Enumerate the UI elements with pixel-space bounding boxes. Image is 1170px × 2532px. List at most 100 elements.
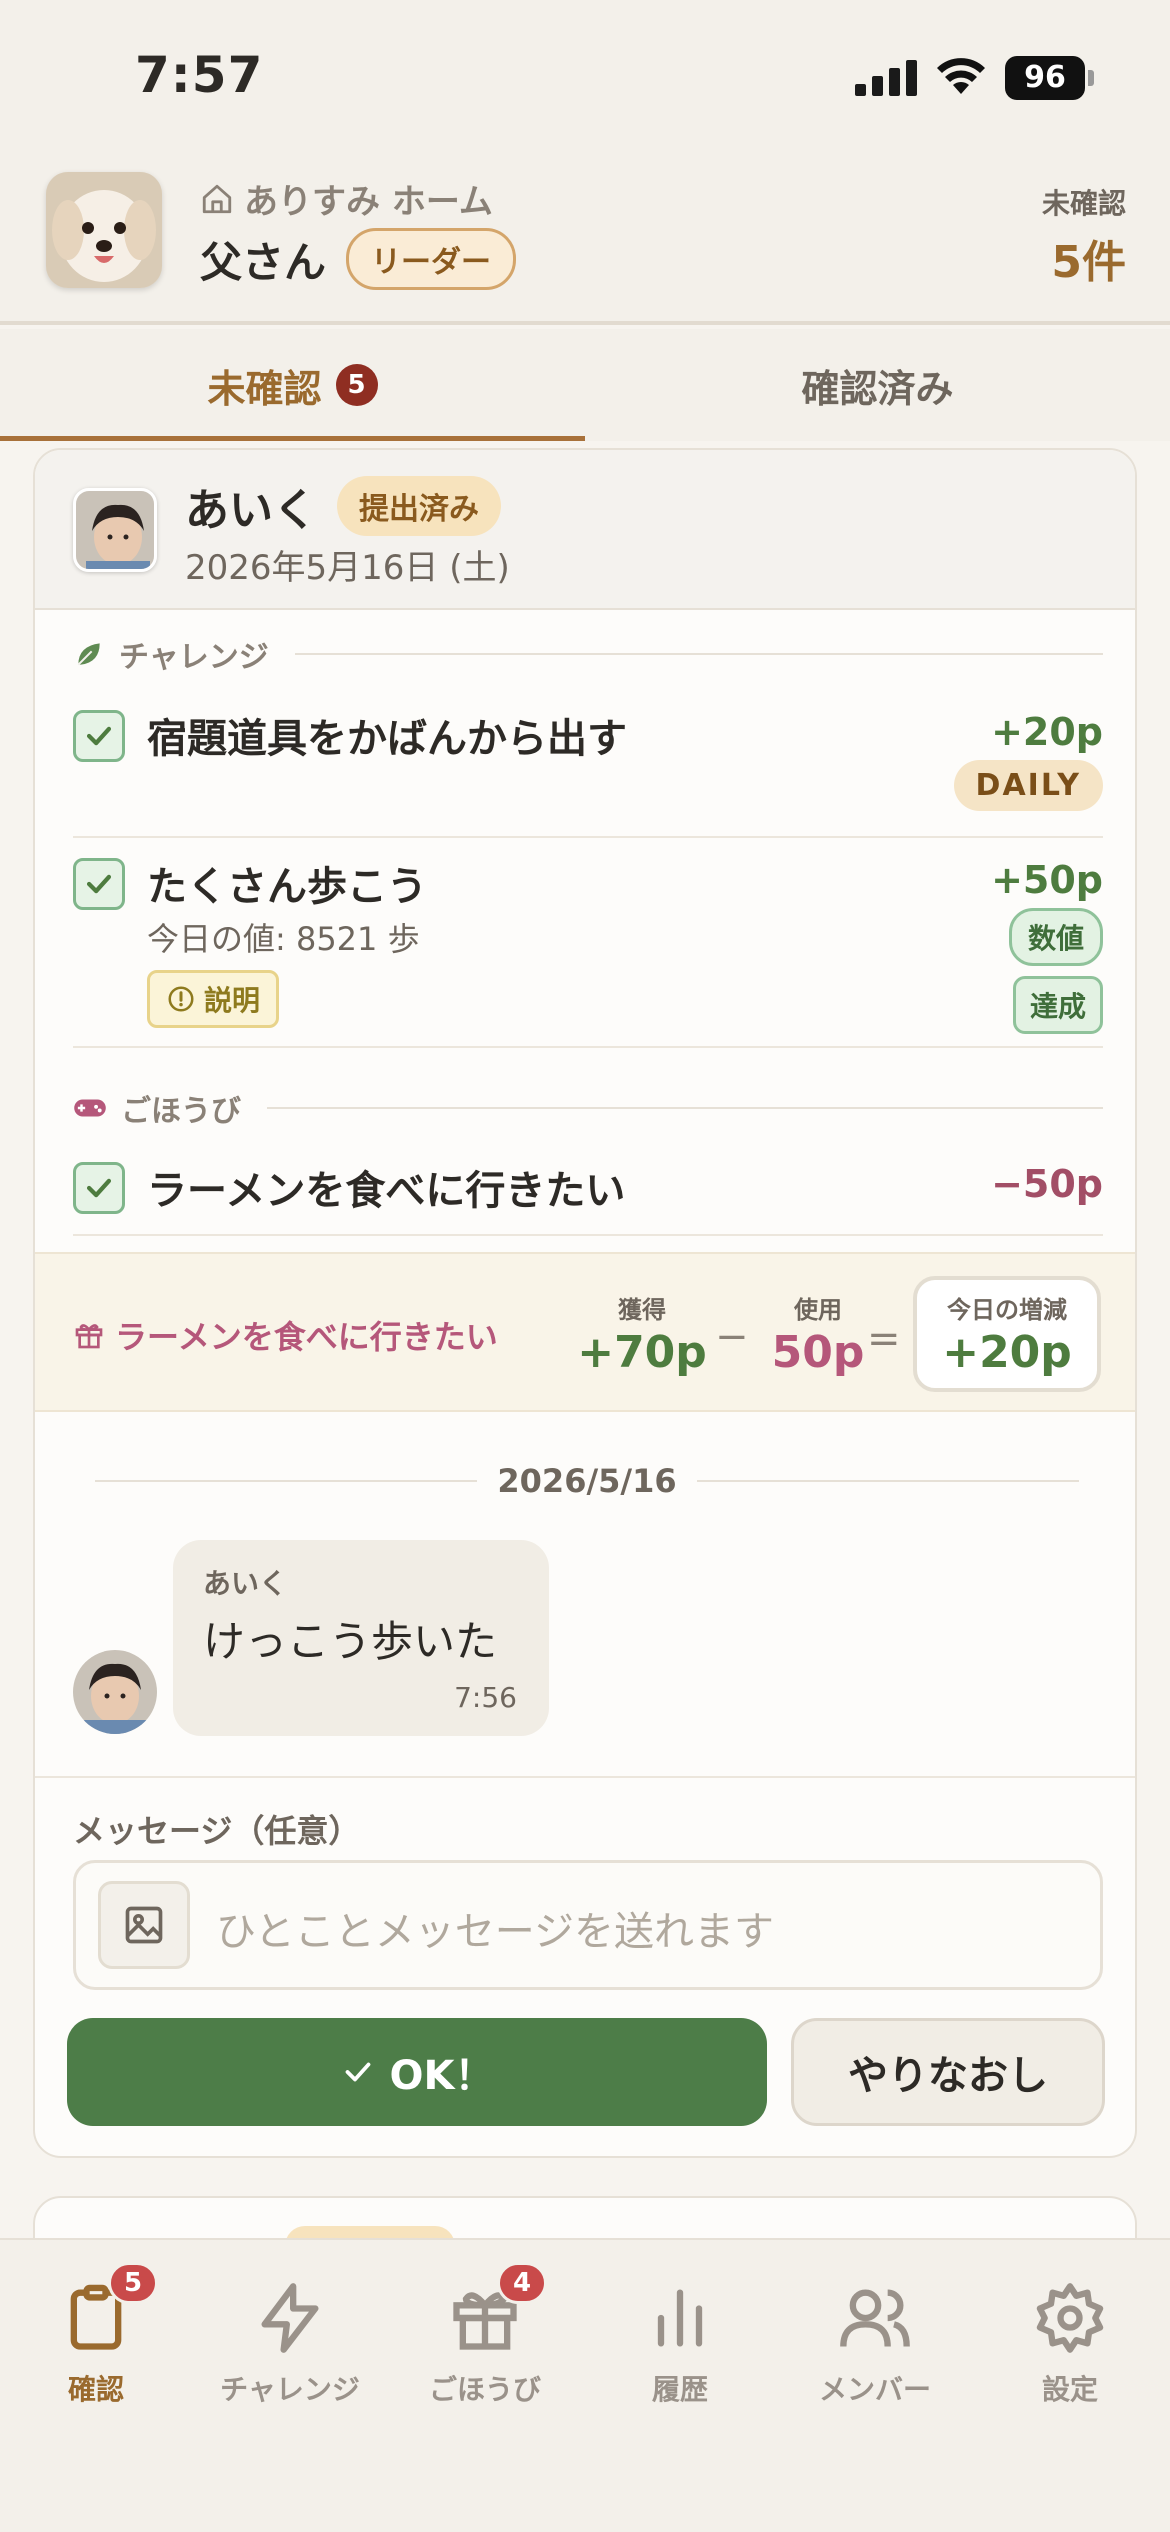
nav-settings[interactable]: 設定 [990, 2280, 1150, 2408]
earned-label: 獲得 [618, 1296, 666, 1324]
reward-title: ラーメンを食べに行きたい [147, 1168, 626, 1214]
lightning-icon [261, 2283, 319, 2353]
nav-members[interactable]: メンバー [795, 2280, 955, 2408]
nav-confirm-badge: 5 [108, 2262, 158, 2304]
challenge-points: +20p [991, 710, 1103, 754]
message-area: メッセージ（任意） ひとことメッセージを送れます [35, 1776, 1135, 1990]
nav-members-label: メンバー [818, 2373, 931, 2406]
check-icon [86, 874, 112, 894]
tab-confirmed[interactable]: 確認済み [585, 329, 1170, 441]
chat-sender: あいく [203, 1567, 288, 1600]
explain-button[interactable]: 説明 [147, 970, 280, 1028]
bottom-nav: 5 確認 チャレンジ 4 ごほうび 履歴 メンバー 設定 [0, 2238, 1170, 2532]
nav-challenge[interactable]: チャレンジ [210, 2280, 370, 2408]
used-value: 50p [771, 1327, 865, 1378]
gear-icon [1036, 2283, 1104, 2353]
used-column: 使用 50p [753, 1290, 883, 1378]
attach-image-button[interactable] [98, 1881, 190, 1969]
nav-confirm-label: 確認 [67, 2373, 124, 2406]
section-divider [267, 1107, 1103, 1109]
earned-column: 獲得 +70p [577, 1290, 707, 1378]
tab-unconfirmed-label: 未確認 [207, 366, 322, 411]
image-icon [125, 1906, 163, 1944]
submission-header: あいく 提出済み 2026年5月16日 (土) [35, 450, 1135, 610]
chat-date-separator: 2026/5/16 [95, 1462, 1080, 1500]
used-label: 使用 [794, 1296, 842, 1324]
message-label: メッセージ（任意） [73, 1812, 361, 1850]
nav-history-label: 履歴 [651, 2373, 708, 2406]
pending-label: 未確認 [1041, 187, 1126, 220]
battery-indicator: 96 [1005, 56, 1085, 100]
achieved-tag: 達成 [1012, 976, 1103, 1034]
message-input[interactable]: ひとことメッセージを送れます [73, 1860, 1103, 1990]
status-bar: 7:57 96 [0, 0, 1170, 150]
summary-reward-name: ラーメンを食べに行きたい [115, 1318, 498, 1356]
reward-item: ラーメンを食べに行きたい −50p [73, 1162, 1103, 1232]
status-time: 7:57 [135, 46, 264, 104]
check-icon [345, 2062, 370, 2082]
item-divider [73, 1234, 1103, 1236]
submission-status-badge: 提出済み [337, 476, 501, 536]
submission-date: 2026年5月16日 (土) [185, 548, 510, 588]
chat-time: 7:56 [454, 1681, 517, 1714]
reward-checkbox[interactable] [73, 1162, 125, 1214]
frequency-badge: DAILY [953, 760, 1103, 811]
nav-history[interactable]: 履歴 [600, 2280, 760, 2408]
nav-confirm[interactable]: 5 確認 [16, 2262, 176, 2408]
section-divider [294, 653, 1103, 655]
challenge-item: 宿題道具をかばんから出す +20p DAILY [73, 710, 1103, 820]
bar-chart-icon [657, 2289, 703, 2347]
user-avatar[interactable] [46, 172, 162, 288]
gift-icon [75, 1324, 103, 1349]
cellular-signal-icon [855, 60, 917, 96]
home-name: ありすみ ホーム [244, 182, 493, 222]
challenge-checkbox[interactable] [73, 858, 125, 910]
challenge-checkbox[interactable] [73, 710, 125, 762]
ok-button[interactable]: OK！ [67, 2018, 767, 2126]
role-badge: リーダー [346, 228, 517, 290]
kid-avatar[interactable] [73, 488, 157, 572]
separator-line [95, 1480, 478, 1482]
home-name-row: ありすみ ホーム [200, 174, 493, 223]
reward-points: −50p [991, 1162, 1103, 1206]
challenge-section-label: チャレンジ [119, 640, 269, 675]
points-summary: ラーメンを食べに行きたい 獲得 +70p − 使用 50p = 今日の増減 +2… [35, 1252, 1135, 1412]
kid-name: あいく [185, 485, 317, 536]
kid-name-row: あいく 提出済み [185, 474, 501, 538]
leaf-icon [77, 643, 100, 666]
challenge-points: +50p [991, 858, 1103, 902]
net-change-box: 今日の増減 +20p [913, 1276, 1101, 1392]
net-label: 今日の増減 [947, 1296, 1067, 1324]
explain-label: 説明 [204, 984, 261, 1017]
user-name: 父さん [200, 237, 327, 287]
chat-text: けっこう歩いた [203, 1617, 498, 1666]
challenge-value: 今日の値: 8521 歩 [147, 920, 420, 958]
dog-photo [46, 172, 162, 288]
check-icon [86, 726, 112, 746]
item-divider [73, 1046, 1103, 1048]
battery-nub [1088, 70, 1094, 86]
item-divider [73, 836, 1103, 838]
check-icon [86, 1178, 112, 1198]
reward-section-title: ごほうび [73, 1086, 1103, 1130]
kid-photo [73, 1650, 157, 1734]
redo-button[interactable]: やりなおし [791, 2018, 1105, 2126]
nav-settings-label: 設定 [1041, 2373, 1098, 2406]
wifi-icon [937, 58, 985, 94]
nav-reward[interactable]: 4 ごほうび [405, 2262, 565, 2408]
user-row: 父さん リーダー [200, 228, 517, 290]
nav-challenge-label: チャレンジ [220, 2373, 360, 2406]
kid-photo [76, 491, 154, 569]
challenge-item: たくさん歩こう 今日の値: 8521 歩 説明 +50p 数値 達成 [73, 858, 1103, 1038]
chat-bubble: あいく けっこう歩いた 7:56 [173, 1540, 549, 1736]
tab-confirmed-label: 確認済み [801, 366, 954, 411]
tab-unconfirmed-badge: 5 [335, 364, 378, 406]
reward-section-label: ごほうび [121, 1094, 241, 1129]
pending-summary: 未確認 5件 [1042, 182, 1126, 290]
chat-date: 2026/5/16 [497, 1462, 677, 1500]
home-icon [202, 184, 232, 213]
earned-value: +70p [577, 1327, 707, 1378]
nav-reward-label: ごほうび [428, 2373, 541, 2406]
tab-unconfirmed[interactable]: 未確認 5 [0, 329, 585, 441]
equals-sign: = [867, 1316, 901, 1362]
